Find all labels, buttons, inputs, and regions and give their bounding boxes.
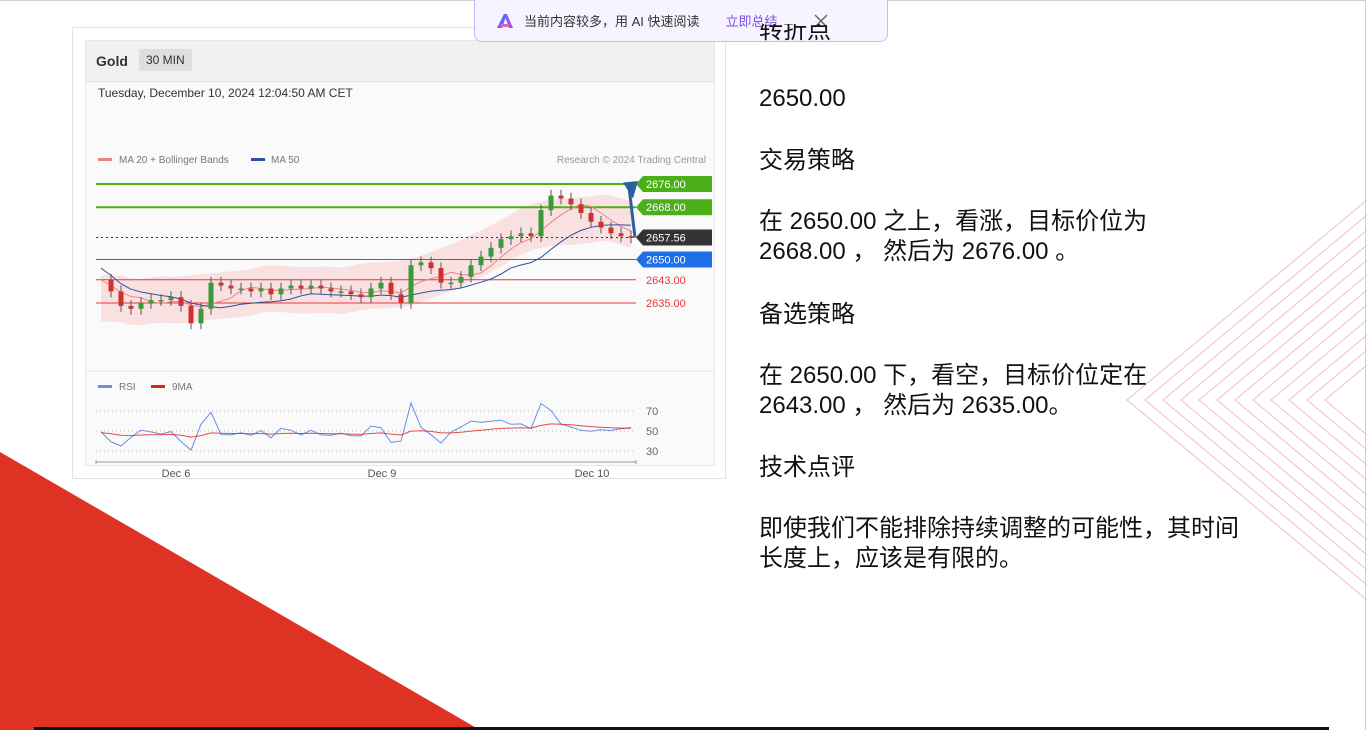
- candle-body: [188, 305, 194, 324]
- legend-9ma: 9MA: [172, 382, 193, 393]
- candle-body: [248, 288, 254, 292]
- ai-logo-icon: [497, 13, 513, 28]
- level-label-0: 2676.00: [646, 179, 686, 191]
- strategy-line-2: 2668.00 ， 然后为 2676.00 。: [759, 238, 1080, 265]
- candle-body: [288, 285, 294, 289]
- candle-body: [448, 282, 454, 285]
- comment-title: 技术点评: [759, 454, 855, 481]
- legend-swatch-9ma: [151, 385, 165, 388]
- rsi-line: [100, 401, 632, 451]
- candle-body: [378, 282, 384, 289]
- candle-body: [498, 239, 504, 248]
- candle-body: [558, 195, 564, 199]
- candle-body: [628, 236, 634, 238]
- level-label-1: 2668.00: [646, 202, 686, 214]
- candle-body: [218, 282, 224, 286]
- alternative-title: 备选策略: [759, 301, 855, 328]
- x-tick-2: Dec 10: [575, 468, 610, 480]
- candle-body: [348, 291, 354, 295]
- comment-line-1: 即使我们不能排除持续调整的可能性，其时间: [759, 515, 1239, 542]
- legend-swatch-ma50: [251, 158, 265, 161]
- candle-body: [198, 308, 204, 324]
- candle-body: [238, 288, 244, 290]
- candle-body: [158, 300, 164, 302]
- legend-ma20: MA 20 + Bollinger Bands: [119, 155, 229, 166]
- candle-body: [208, 282, 214, 309]
- candle-body: [258, 288, 264, 292]
- candle-body: [578, 204, 584, 214]
- price-chart: MA 20 + Bollinger Bands MA 50 Research © 2…: [86, 155, 714, 480]
- candle-body: [358, 294, 364, 298]
- clipped-heading: 转折点: [759, 24, 831, 46]
- candle-body: [368, 288, 374, 298]
- x-tick-1: Dec 9: [368, 468, 397, 480]
- candle-body: [588, 213, 594, 222]
- candle-body: [118, 291, 124, 306]
- candle-body: [518, 233, 524, 237]
- candle-body: [598, 221, 604, 228]
- rsi-tick-50: 50: [646, 426, 658, 438]
- rsi-tick-30: 30: [646, 446, 658, 458]
- legend-rsi: RSI: [119, 382, 136, 393]
- candle-body: [538, 210, 544, 237]
- strategy-title: 交易策略: [759, 147, 855, 174]
- legend-swatch-rsi: [98, 385, 112, 388]
- x-axis: [95, 460, 637, 464]
- candle-body: [268, 288, 274, 295]
- rsi-tick-70: 70: [646, 406, 658, 418]
- candle-body: [138, 303, 144, 309]
- candle-body: [178, 297, 184, 306]
- chart-credit: Research © 2024 Trading Central: [557, 155, 706, 166]
- candle-body: [328, 288, 334, 292]
- level-label-3: 2650.00: [646, 254, 686, 266]
- legend-ma50: MA 50: [271, 155, 300, 166]
- chart-panel: Gold 30 MIN Tuesday, December 10, 2024 1…: [85, 40, 715, 480]
- candle-body: [428, 262, 434, 269]
- ai-banner-text: 当前内容较多，用 AI 快速阅读: [524, 14, 700, 29]
- candle-body: [398, 294, 404, 303]
- candle-body: [308, 285, 314, 289]
- level-label-2: 2657.56: [646, 233, 686, 245]
- candle-body: [418, 262, 424, 266]
- clipped-heading-text: 转折点: [759, 24, 831, 44]
- alternative-line-1: 在 2650.00 下，看空，目标价位定在: [759, 362, 1148, 389]
- legend-swatch-ma20: [98, 158, 112, 161]
- candle-body: [148, 300, 154, 303]
- candle-body: [528, 233, 534, 237]
- candle-body: [568, 198, 574, 205]
- candle-body: [618, 233, 624, 237]
- candle-body: [478, 256, 484, 266]
- pivot-value: 2650.00: [759, 85, 846, 112]
- candle-body: [488, 247, 494, 257]
- candle-body: [278, 288, 284, 295]
- candle-body: [388, 282, 394, 295]
- candle-body: [318, 285, 324, 289]
- candle-body: [458, 276, 464, 283]
- level-label-4: 2643.00: [646, 275, 686, 287]
- candle-body: [438, 268, 444, 283]
- chart-image-card: Gold 30 MIN Tuesday, December 10, 2024 1…: [72, 27, 726, 480]
- candle-body: [298, 285, 304, 289]
- candle-body: [228, 285, 234, 289]
- x-tick-0: Dec 6: [162, 468, 191, 480]
- candle-body: [338, 291, 344, 293]
- candle-body: [468, 265, 474, 277]
- candle-body: [548, 195, 554, 211]
- candle-body: [108, 279, 114, 292]
- alternative-line-2: 2643.00 ， 然后为 2635.00。: [759, 392, 1073, 419]
- comment-line-2: 长度上，应该是有限的。: [759, 545, 1023, 572]
- candle-body: [508, 236, 514, 240]
- candle-body: [128, 305, 134, 309]
- candle-body: [168, 297, 174, 301]
- candle-body: [608, 227, 614, 234]
- strategy-line-1: 在 2650.00 之上，看涨，目标价位为: [759, 208, 1148, 235]
- candle-body: [408, 265, 414, 303]
- level-label-5: 2635.00: [646, 298, 686, 310]
